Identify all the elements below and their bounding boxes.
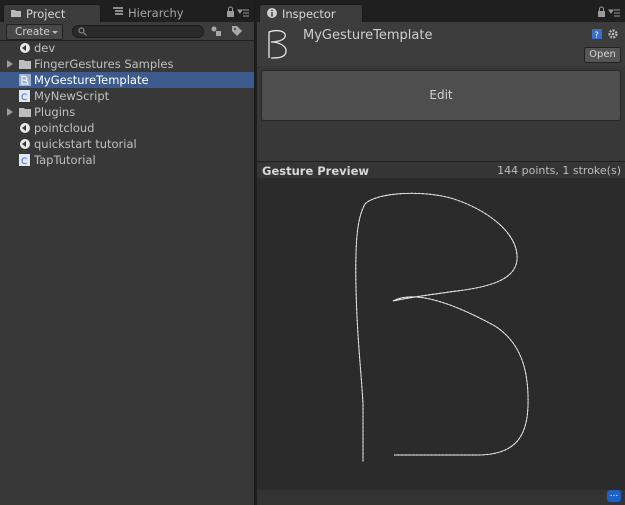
gesture-template-icon	[19, 74, 31, 86]
csharp-script-icon: C	[19, 90, 30, 102]
list-item[interactable]: MyGestureTemplate	[0, 72, 254, 88]
unity-scene-icon	[20, 43, 30, 53]
tab-inspector[interactable]: Inspector	[259, 4, 363, 22]
tab-project-label: Project	[26, 7, 66, 21]
inspector-header: MyGestureTemplate ? Open	[257, 22, 625, 66]
list-item[interactable]: quickstart tutorial	[0, 136, 254, 152]
folder-icon	[19, 60, 31, 69]
list-item[interactable]: FingerGestures Samples	[0, 56, 254, 72]
gear-icon[interactable]	[607, 28, 620, 41]
edit-button[interactable]: Edit	[261, 70, 621, 121]
search-icon	[78, 27, 87, 36]
csharp-script-icon: C	[19, 154, 30, 166]
list-item-label: FingerGestures Samples	[34, 57, 174, 71]
tab-inspector-label: Inspector	[282, 7, 336, 21]
lock-icon[interactable]	[598, 6, 605, 17]
unity-scene-icon	[20, 139, 30, 149]
svg-text:C: C	[21, 157, 27, 166]
list-icon	[113, 7, 123, 15]
list-item-label: MyGestureTemplate	[34, 73, 149, 87]
list-item[interactable]: C MyNewScript	[0, 88, 254, 104]
open-button[interactable]: Open	[584, 47, 621, 63]
panel-menu-icon[interactable]	[237, 9, 249, 17]
tab-hierarchy[interactable]: Hierarchy	[106, 4, 206, 22]
expand-arrow-icon[interactable]	[7, 108, 13, 116]
list-item-label: dev	[34, 41, 56, 55]
list-item-label: quickstart tutorial	[34, 137, 137, 151]
info-icon	[267, 8, 277, 18]
project-panel: Project Hierarchy Create dev FingerGestu…	[0, 0, 255, 505]
svg-text:C: C	[21, 93, 27, 102]
project-tabbar: Project Hierarchy	[0, 0, 254, 22]
project-tree: dev FingerGestures Samples MyGestureTemp…	[0, 40, 254, 168]
search-input[interactable]	[72, 25, 204, 38]
inspector-tabbar: Inspector	[257, 0, 625, 22]
expand-arrow-icon[interactable]	[7, 60, 13, 68]
list-item[interactable]: Plugins	[0, 104, 254, 120]
create-dropdown-button[interactable]: Create	[6, 24, 63, 40]
gesture-preview-stats: 144 points, 1 stroke(s)	[497, 164, 621, 177]
inspector-panel: Inspector MyGestureTemplate ? Open Edit …	[257, 0, 625, 505]
help-book-icon[interactable]: ?	[591, 28, 603, 40]
filter-by-type-icon[interactable]	[210, 25, 222, 37]
gesture-preview-header: Gesture Preview 144 points, 1 stroke(s)	[257, 161, 625, 179]
panel-menu-icon[interactable]	[608, 9, 620, 17]
inspector-bottom-strip: ...	[257, 490, 625, 505]
list-item-label: TapTutorial	[34, 153, 96, 167]
folder-icon	[11, 10, 21, 17]
list-item[interactable]: pointcloud	[0, 120, 254, 136]
svg-text:?: ?	[595, 31, 599, 40]
inspector-tab-buttons	[597, 6, 621, 20]
folder-icon	[19, 108, 31, 117]
lock-icon[interactable]	[227, 6, 234, 17]
gesture-preview-canvas	[257, 178, 625, 490]
unity-scene-icon	[20, 123, 30, 133]
gesture-preview-title: Gesture Preview	[262, 164, 370, 178]
project-tab-buttons	[226, 6, 250, 20]
tab-hierarchy-label: Hierarchy	[128, 6, 184, 20]
project-toolbar: Create	[0, 22, 254, 41]
list-item[interactable]: dev	[0, 40, 254, 56]
more-options-button[interactable]: ...	[607, 490, 621, 502]
list-item-label: pointcloud	[34, 121, 95, 135]
inspector-title: MyGestureTemplate	[303, 28, 433, 43]
list-item-label: Plugins	[34, 105, 76, 119]
list-item-label: MyNewScript	[34, 89, 110, 103]
gesture-thumbnail-icon	[268, 30, 287, 59]
tab-project[interactable]: Project	[3, 4, 101, 22]
gesture-stroke-drawing	[355, 192, 529, 462]
filter-by-label-icon[interactable]	[231, 25, 243, 37]
list-item[interactable]: C TapTutorial	[0, 152, 254, 168]
